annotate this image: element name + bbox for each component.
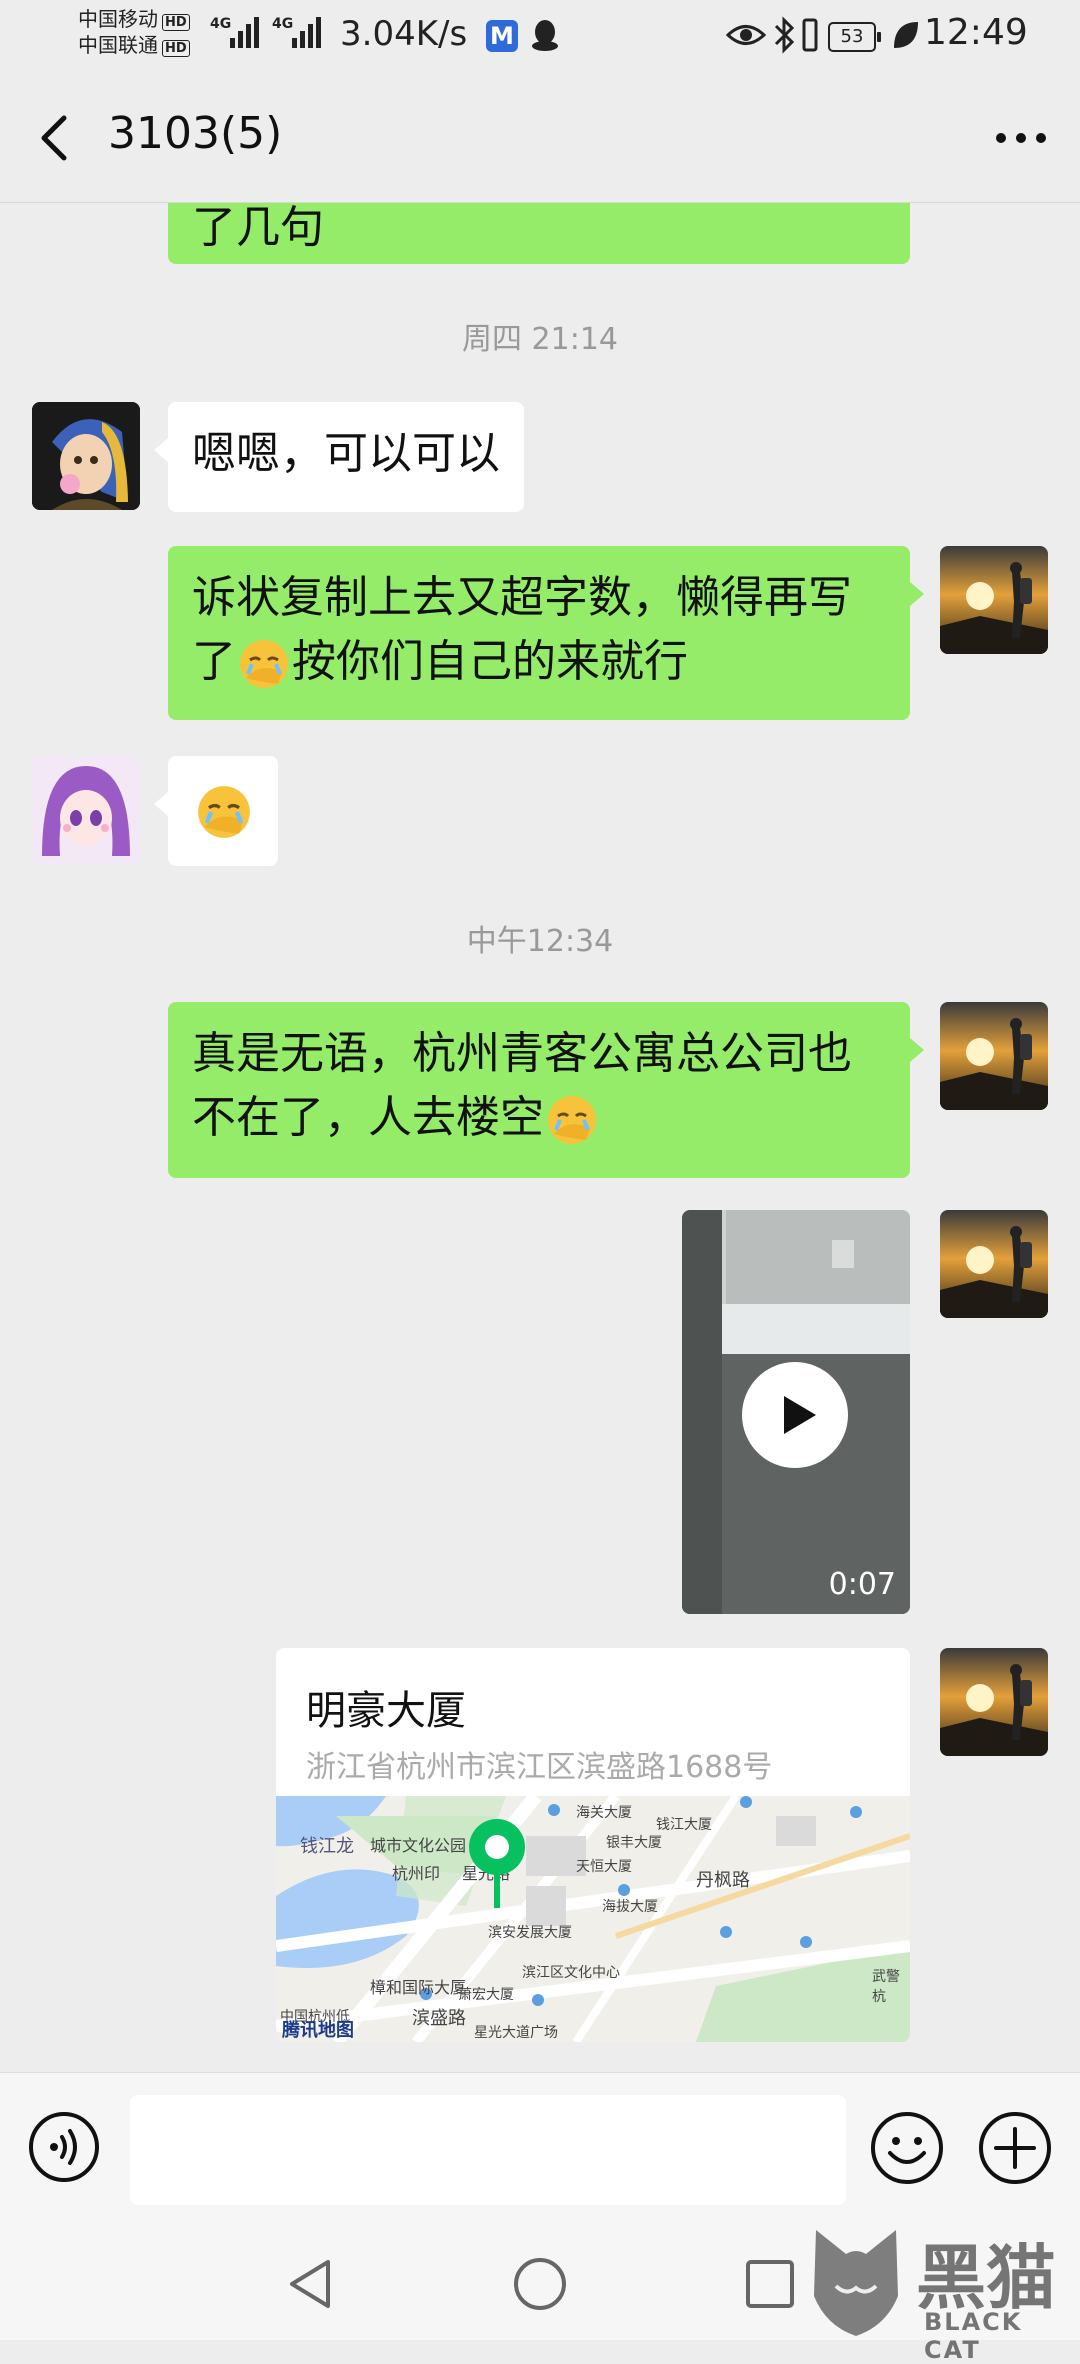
avatar[interactable] [940, 1648, 1048, 1756]
play-button-icon[interactable] [740, 1360, 850, 1470]
location-map[interactable]: 钱江龙 城市文化公园 杭州印 星光路 滨安发展大厦 滨江区文化中心 樟和国际大厦… [276, 1791, 910, 2042]
avatar[interactable] [940, 546, 1048, 654]
map-label: 杭州印 [392, 1864, 441, 1883]
message-text: 嗯嗯，可以可以 [192, 428, 500, 479]
leaf-icon [894, 22, 918, 48]
battery-indicator: 53 [828, 22, 881, 52]
map-label: 海拔大厦 [602, 1899, 658, 1915]
location-address: 浙江省杭州市滨江区滨盛路1688号 [306, 1750, 773, 1785]
signal-icon [292, 14, 328, 48]
carrier-2: 中国联通 [78, 33, 158, 57]
status-time: 12:49 [924, 12, 1028, 53]
map-label: 萧宏大厦 [458, 1987, 514, 2003]
map-label: 星光大道广场 [474, 2025, 558, 2041]
message-text: 了几句 [192, 202, 324, 253]
message-text: 了 [192, 636, 236, 687]
message-bubble-outgoing[interactable]: 了几句 [168, 202, 910, 264]
map-label: 钱江大厦 [656, 1817, 712, 1833]
chat-header: 3103(5) [0, 70, 1080, 203]
map-label: 滨盛路 [412, 2008, 466, 2029]
voice-input-icon[interactable] [28, 2111, 100, 2183]
message-input[interactable] [130, 2095, 846, 2205]
map-label: 武警杭 [872, 1969, 900, 2005]
back-arrow-icon[interactable] [30, 110, 80, 166]
map-provider-label: 腾讯地图 [282, 2020, 354, 2041]
network-type-label: 4G [210, 16, 232, 32]
avatar[interactable] [32, 402, 140, 510]
map-label: 丹枫路 [696, 1870, 750, 1891]
network-type-label: 4G [272, 16, 294, 32]
nav-recents-icon[interactable] [740, 2254, 800, 2314]
carrier-info: 中国移动 HD 中国联通 HD [78, 6, 190, 58]
message-bubble-incoming[interactable] [154, 756, 278, 866]
message-bubble-outgoing[interactable]: 诉状复制上去又超字数，懒得再写 了 按你们自己的来就行 [168, 546, 924, 720]
vibrate-icon [802, 18, 818, 52]
nav-back-icon[interactable] [280, 2254, 340, 2314]
m-app-icon: M [486, 20, 518, 52]
map-label: 银丰大厦 [606, 1835, 662, 1851]
girl-with-earring-avatar-icon [32, 402, 140, 510]
chat-title: 3103(5) [108, 108, 283, 159]
carrier-1: 中国移动 [78, 7, 158, 31]
nav-home-icon[interactable] [510, 2254, 570, 2314]
avatar[interactable] [32, 756, 140, 864]
map-label: 天恒大厦 [576, 1859, 632, 1875]
signal-icon [230, 14, 266, 48]
eye-icon [726, 25, 766, 45]
black-cat-logo-icon [814, 2230, 898, 2336]
map-label: 滨江区文化中心 [522, 1965, 620, 1981]
hd-badge: HD [162, 40, 190, 57]
emoji-picker-icon[interactable] [870, 2111, 944, 2185]
chat-timestamp: 中午12:34 [466, 924, 614, 959]
chat-messages[interactable]: 了几句 周四 21:14 嗯嗯，可以可以 诉状复制上去又超字数，懒得再写 了 按… [0, 202, 1080, 2072]
message-text: 真是无语，杭州青客公寓总公司也 [192, 1028, 852, 1079]
bluetooth-icon [774, 16, 795, 54]
video-message[interactable]: 0:07 [682, 1210, 910, 1614]
map-label: 钱江龙 [300, 1836, 354, 1857]
watermark-en: BLACK CAT [924, 2308, 1023, 2364]
anime-girl-avatar-icon [32, 756, 140, 864]
map-label: 城市文化公园 [370, 1836, 467, 1855]
hd-badge: HD [162, 14, 190, 31]
message-bubble-incoming[interactable]: 嗯嗯，可以可以 [154, 402, 524, 512]
map-label: 樟和国际大厦 [370, 1978, 467, 1997]
qq-penguin-icon [532, 20, 558, 51]
location-name: 明豪大厦 [306, 1688, 466, 1734]
more-options-icon[interactable] [986, 110, 1056, 166]
map-label: 海关大厦 [576, 1805, 632, 1821]
sunset-hiker-avatar-icon [940, 546, 1048, 654]
message-text: 诉状复制上去又超字数，懒得再写 [192, 572, 852, 623]
sunset-hiker-avatar-icon [940, 1648, 1048, 1756]
network-speed: 3.04K/s [340, 14, 468, 54]
message-text: 按你们自己的来就行 [292, 636, 688, 687]
map-label: 滨安发展大厦 [488, 1925, 572, 1941]
more-actions-plus-icon[interactable] [978, 2111, 1052, 2185]
input-bar [0, 2072, 1080, 2225]
sunset-hiker-avatar-icon [940, 1210, 1048, 1318]
location-pin-icon [469, 1819, 525, 1908]
blackcat-watermark: 黑猫 BLACK CAT [806, 2222, 1080, 2364]
avatar[interactable] [940, 1210, 1048, 1318]
video-duration: 0:07 [828, 1567, 896, 1602]
chat-timestamp: 周四 21:14 [462, 322, 618, 357]
facepalm-emoji-icon [198, 786, 250, 838]
location-card[interactable]: 明豪大厦 浙江省杭州市滨江区滨盛路1688号 钱江龙 城市文化公园 杭州印 星光… [276, 1648, 910, 2042]
facepalm-emoji-icon [548, 1096, 596, 1144]
facepalm-emoji-icon [240, 640, 288, 688]
message-text: 不在了，人去楼空 [192, 1092, 544, 1143]
avatar[interactable] [940, 1002, 1048, 1110]
message-bubble-outgoing[interactable]: 真是无语，杭州青客公寓总公司也 不在了，人去楼空 [168, 1002, 924, 1178]
status-bar: 中国移动 HD 中国联通 HD 4G 4G 3.04K/s M 53 12:49 [0, 0, 1080, 70]
sunset-hiker-avatar-icon [940, 1002, 1048, 1110]
